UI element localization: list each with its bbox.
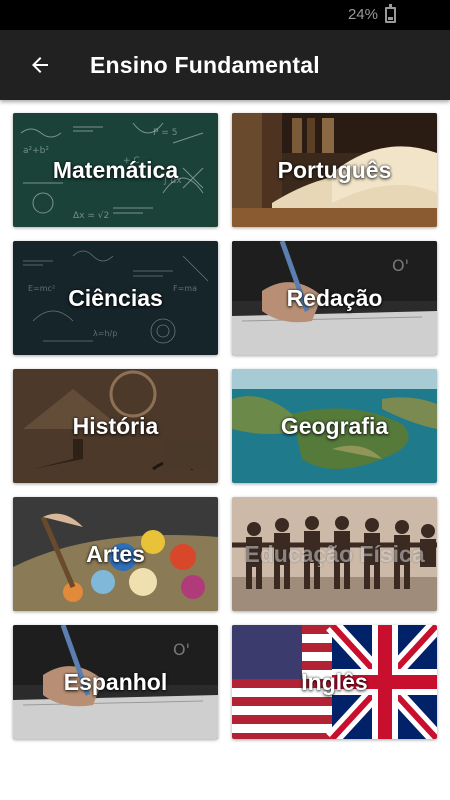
subject-card-espanhol[interactable]: O' Espanhol: [13, 625, 218, 739]
subject-card-educacao-fisica[interactable]: Educação Física: [232, 497, 437, 611]
subject-card-matematica[interactable]: a²+b² P = 5 ∫ dx Δx = √2 + C Matemática: [13, 113, 218, 227]
app-bar: Ensino Fundamental: [0, 30, 450, 100]
page-title: Ensino Fundamental: [90, 51, 320, 78]
subject-label: Espanhol: [63, 668, 168, 695]
back-button[interactable]: [12, 37, 68, 93]
subject-label: Redação: [286, 284, 383, 311]
status-bar: 24%: [0, 0, 450, 30]
subject-label: Matemática: [52, 156, 179, 183]
subject-label: Português: [277, 156, 392, 183]
subject-label: Ciências: [68, 284, 163, 311]
subject-card-ingles[interactable]: Inglês: [232, 625, 437, 739]
subject-card-ciencias[interactable]: E=mc² H₂O λ=h/p F=ma Ciências: [13, 241, 218, 355]
subject-card-artes[interactable]: Artes: [13, 497, 218, 611]
subject-card-historia[interactable]: História: [13, 369, 218, 483]
battery-percentage: 24%: [347, 6, 378, 23]
subject-label: Artes: [86, 540, 145, 567]
subject-label: Geografia: [280, 412, 389, 439]
subjects-grid: a²+b²P = 5 ∫ dxΔx = √2 + C Matemática: [13, 113, 437, 739]
battery-icon: [385, 4, 396, 23]
subject-label: História: [72, 412, 159, 439]
subject-card-redacao[interactable]: O' Redação: [232, 241, 437, 355]
subject-card-portugues[interactable]: Português: [232, 113, 437, 227]
subject-label: Inglês: [301, 668, 368, 695]
subject-label: Educação Física: [244, 540, 425, 567]
arrow-left-icon: [32, 57, 48, 73]
subject-card-geografia[interactable]: Geografia: [232, 369, 437, 483]
